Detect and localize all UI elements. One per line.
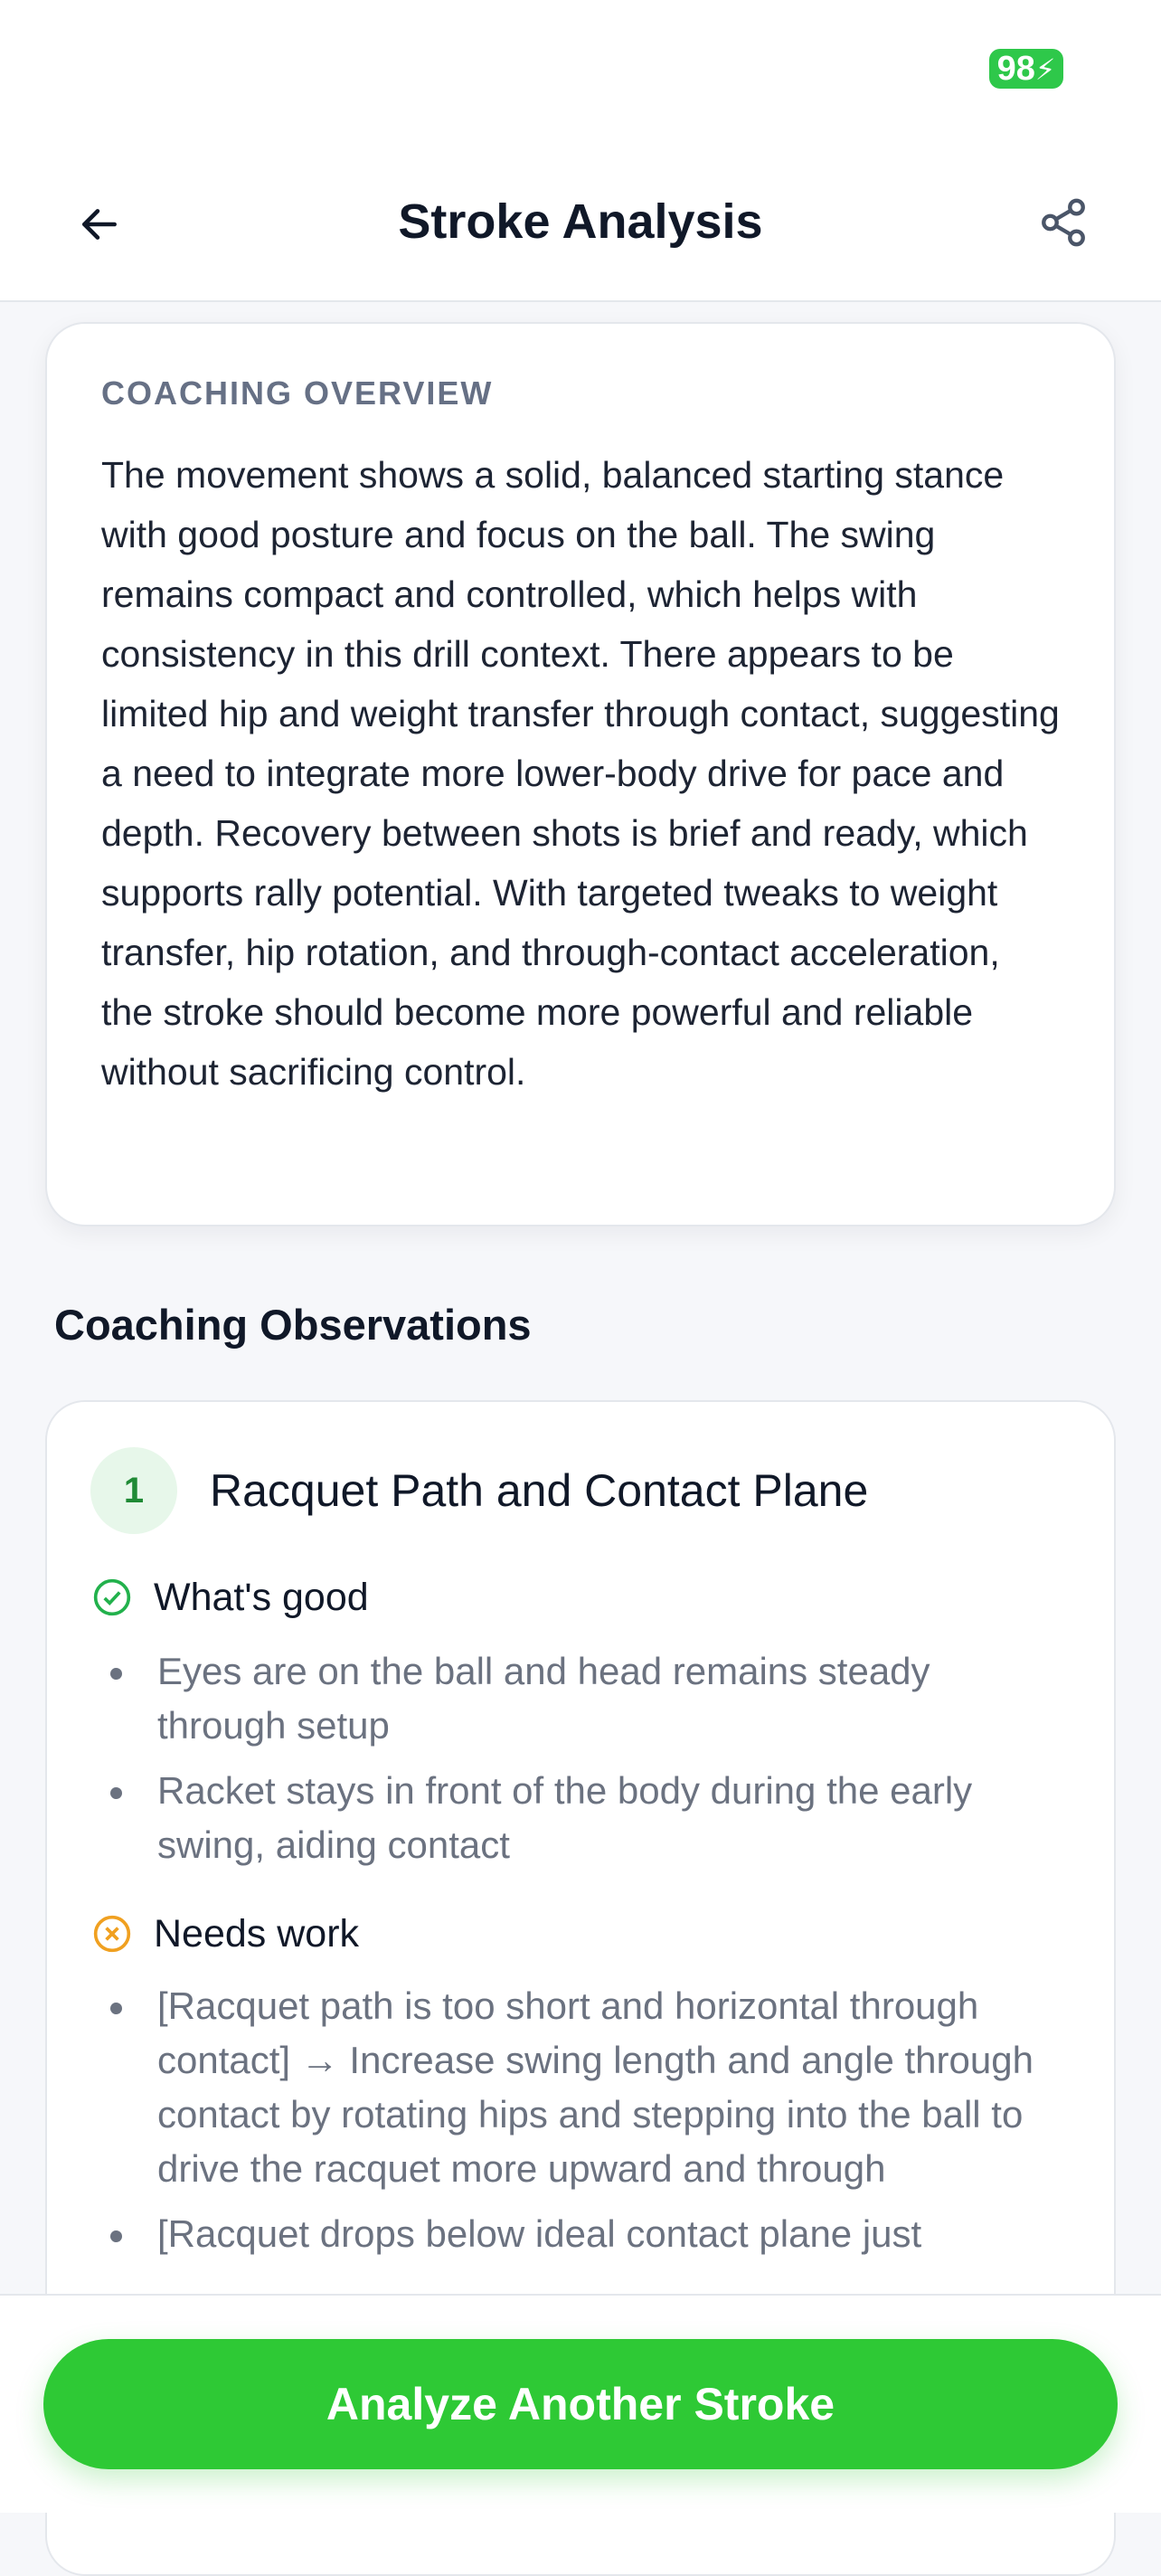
needs-work-label: Needs work xyxy=(154,1911,360,1956)
battery-level: 98 xyxy=(996,50,1035,88)
list-item: [Racquet path is too short and horizonta… xyxy=(110,1979,1069,2196)
whats-good-heading: What's good xyxy=(92,1572,369,1623)
check-circle-icon xyxy=(93,1578,131,1616)
needs-work-list: [Racquet path is too short and horizonta… xyxy=(110,1979,1069,2272)
battery-indicator: 98⚡︎ xyxy=(989,49,1063,89)
list-item: Eyes are on the ball and head remains st… xyxy=(110,1644,1069,1753)
share-button[interactable] xyxy=(1027,186,1100,259)
analyze-another-stroke-button[interactable]: Analyze Another Stroke xyxy=(43,2339,1118,2469)
overview-label: COACHING OVERVIEW xyxy=(101,374,494,412)
x-circle-icon xyxy=(93,1915,131,1953)
share-icon xyxy=(1042,198,1085,247)
observation-number-badge: 1 xyxy=(90,1447,177,1534)
good-points-list: Eyes are on the ball and head remains st… xyxy=(110,1644,1069,1883)
list-item: [Racquet drops below ideal contact plane… xyxy=(110,2207,1069,2261)
overview-text: The movement shows a solid, balanced sta… xyxy=(101,454,1060,1093)
footer-bar: Analyze Another Stroke xyxy=(0,2294,1161,2513)
whats-good-label: What's good xyxy=(154,1575,369,1619)
section-title: Coaching Observations xyxy=(54,1301,532,1349)
app-header: Stroke Analysis xyxy=(0,145,1161,302)
list-item: Racket stays in front of the body during… xyxy=(110,1764,1069,1872)
observation-title: Racquet Path and Contact Plane xyxy=(210,1465,869,1516)
coaching-overview-card: COACHING OVERVIEW The movement shows a s… xyxy=(45,322,1116,1226)
charging-bolt-icon: ⚡︎ xyxy=(1034,53,1056,86)
status-bar: 98⚡︎ xyxy=(0,0,1161,145)
page-title: Stroke Analysis xyxy=(398,194,763,249)
needs-work-heading: Needs work xyxy=(92,1908,359,1959)
